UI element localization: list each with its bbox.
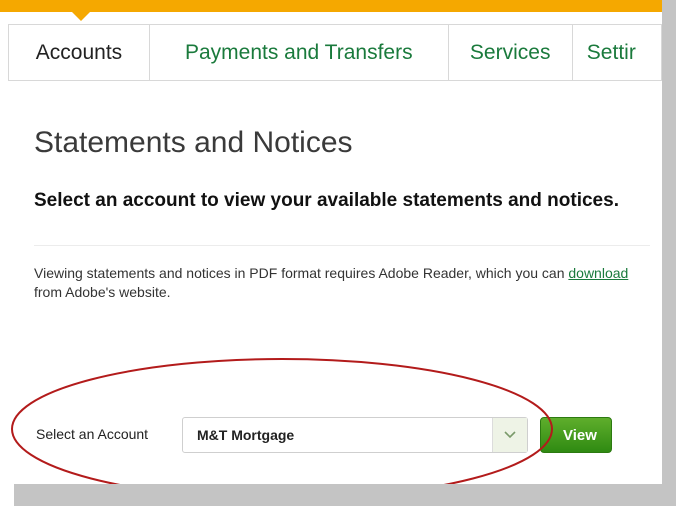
tab-settings[interactable]: Settir <box>572 24 662 80</box>
page-shadow-bottom <box>14 484 676 506</box>
download-link[interactable]: download <box>568 265 628 281</box>
active-tab-pointer <box>72 12 90 21</box>
notice-text-end: from Adobe's website. <box>34 284 171 300</box>
tab-accounts[interactable]: Accounts <box>8 24 150 80</box>
top-brand-bar <box>0 0 662 12</box>
tab-payments-and-transfers[interactable]: Payments and Transfers <box>149 24 449 80</box>
adobe-reader-notice: Viewing statements and notices in PDF fo… <box>34 264 644 302</box>
page-title: Statements and Notices <box>34 126 353 159</box>
divider <box>34 245 650 246</box>
main-nav-tabs: Accounts Payments and Transfers Services… <box>8 24 662 81</box>
red-annotation-ellipse <box>11 358 553 500</box>
notice-text-start: Viewing statements and notices in PDF fo… <box>34 265 569 281</box>
tab-services[interactable]: Services <box>448 24 573 80</box>
page-subtitle: Select an account to view your available… <box>34 190 619 211</box>
page-shadow-right <box>662 0 676 506</box>
